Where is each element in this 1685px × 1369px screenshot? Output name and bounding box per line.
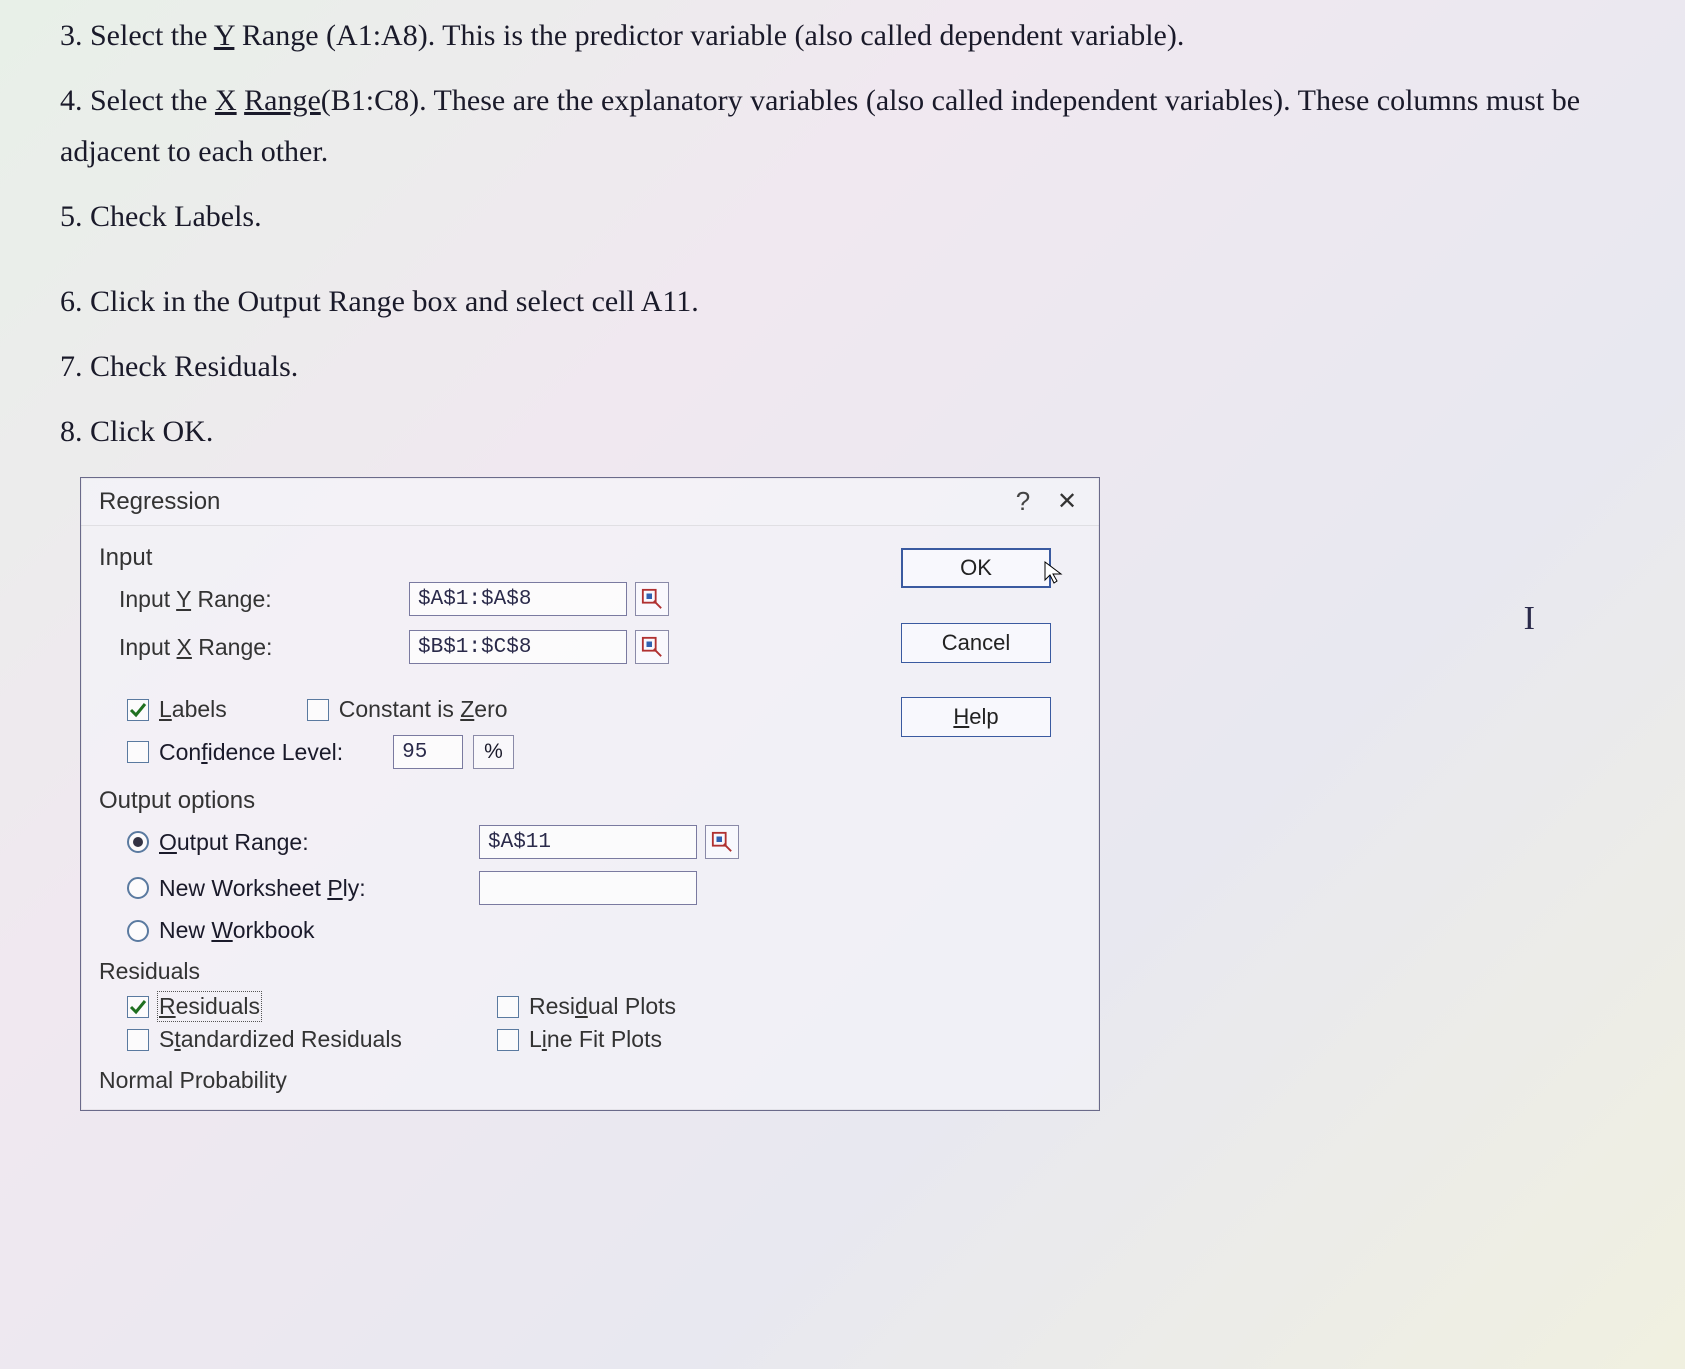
instruction-3: 3. Select the Y Range (A1:A8). This is t…: [60, 10, 1625, 61]
output-range-radio[interactable]: [127, 831, 149, 853]
output-range-field[interactable]: [479, 825, 697, 859]
labels-checkbox-label: Labels: [159, 696, 227, 723]
line-fit-plots-checkbox[interactable]: [497, 1029, 519, 1051]
standardized-residuals-label: Standardized Residuals: [159, 1026, 402, 1053]
confidence-level-label: Confidence Level:: [159, 739, 343, 766]
help-button[interactable]: Help: [901, 697, 1051, 737]
output-section-title: Output options: [99, 787, 891, 815]
constant-zero-checkbox[interactable]: [307, 699, 329, 721]
cancel-button[interactable]: Cancel: [901, 623, 1051, 663]
constant-zero-label: Constant is Zero: [339, 696, 508, 723]
output-range-label: Output Range:: [159, 829, 469, 856]
ok-button[interactable]: OK: [901, 548, 1051, 588]
input-section-title: Input: [99, 544, 891, 572]
title-bar[interactable]: Regression ? ✕: [81, 478, 1099, 526]
instruction-8: 8. Click OK.: [60, 406, 1625, 457]
residual-plots-checkbox[interactable]: [497, 996, 519, 1018]
new-worksheet-label: New Worksheet Ply:: [159, 875, 469, 902]
new-workbook-radio[interactable]: [127, 920, 149, 942]
range-picker-icon[interactable]: [635, 630, 669, 664]
instruction-6: 6. Click in the Output Range box and sel…: [60, 276, 1625, 327]
text-cursor-icon: I: [1524, 600, 1535, 638]
normal-probability-section-title: Normal Probability: [99, 1067, 891, 1094]
residuals-checkbox[interactable]: [127, 996, 149, 1018]
percent-label: %: [473, 735, 514, 769]
regression-dialog: Regression ? ✕ Input Input Y Range: Inpu…: [80, 477, 1100, 1111]
confidence-level-field[interactable]: [393, 735, 463, 769]
help-icon[interactable]: ?: [1001, 486, 1045, 517]
instruction-7: 7. Check Residuals.: [60, 341, 1625, 392]
cursor-arrow-icon: [1043, 560, 1067, 584]
new-worksheet-field[interactable]: [479, 871, 697, 905]
dialog-title: Regression: [99, 488, 1001, 516]
standardized-residuals-checkbox[interactable]: [127, 1029, 149, 1051]
confidence-level-checkbox[interactable]: [127, 741, 149, 763]
instruction-5: 5. Check Labels.: [60, 191, 1625, 242]
input-x-range-label: Input X Range:: [99, 634, 409, 661]
residual-plots-label: Residual Plots: [529, 993, 676, 1020]
input-y-range-label: Input Y Range:: [99, 586, 409, 613]
instruction-4: 4. Select the X Range(B1:C8). These are …: [60, 75, 1625, 177]
input-y-range-field[interactable]: [409, 582, 627, 616]
close-icon[interactable]: ✕: [1045, 487, 1089, 516]
input-x-range-field[interactable]: [409, 630, 627, 664]
labels-checkbox[interactable]: [127, 699, 149, 721]
new-worksheet-radio[interactable]: [127, 877, 149, 899]
range-picker-icon[interactable]: [705, 825, 739, 859]
range-picker-icon[interactable]: [635, 582, 669, 616]
new-workbook-label: New Workbook: [159, 917, 315, 944]
residuals-section-title: Residuals: [99, 958, 891, 985]
line-fit-plots-label: Line Fit Plots: [529, 1026, 662, 1053]
residuals-label: Residuals: [159, 993, 260, 1020]
